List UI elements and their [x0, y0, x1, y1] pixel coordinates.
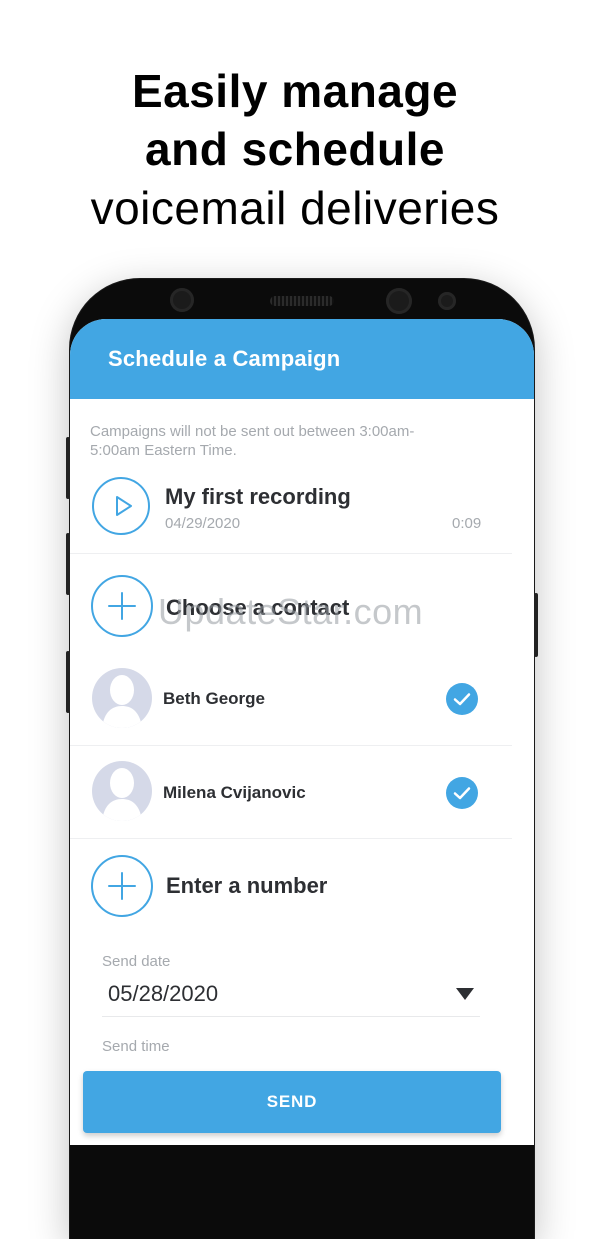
avatar	[92, 668, 152, 728]
choose-contact-row[interactable]: Choose a contact	[70, 555, 512, 655]
recording-row[interactable]: My first recording 04/29/2020 0:09	[70, 469, 512, 553]
headline-line-2: and schedule	[145, 123, 445, 175]
phone-frame: Schedule a Campaign Campaigns will not b…	[66, 279, 538, 1239]
choose-contact-label: Choose a contact	[166, 595, 350, 620]
front-sensor-icon	[170, 288, 194, 312]
phone-side-button	[534, 593, 538, 657]
headline-line-1: Easily manage	[131, 65, 459, 117]
contact-name: Milena Cvijanovic	[163, 783, 306, 802]
add-number-button[interactable]	[91, 855, 153, 917]
checkmark-icon	[453, 787, 471, 800]
contact-selected-checkbox[interactable]	[446, 683, 478, 715]
enter-number-row[interactable]: Enter a number	[70, 840, 512, 936]
recording-date: 04/29/2020	[165, 515, 241, 532]
field-underline	[102, 1016, 480, 1017]
contact-selected-checkbox[interactable]	[446, 777, 478, 809]
contact-row[interactable]: Milena Cvijanovic	[70, 747, 512, 839]
send-date-field[interactable]: 05/28/2020	[102, 975, 480, 1017]
recording-title: My first recording	[165, 484, 351, 509]
plus-icon	[108, 592, 136, 620]
send-date-label: Send date	[102, 953, 171, 970]
app-screen: Schedule a Campaign Campaigns will not b…	[70, 319, 534, 1145]
recording-duration: 0:09	[452, 515, 482, 532]
sending-window-notice: Campaigns will not be sent out between 3…	[90, 423, 415, 459]
front-camera-icon	[386, 288, 412, 314]
plus-icon	[108, 872, 136, 900]
checkmark-icon	[453, 693, 471, 706]
promo-headline: Easily manage and schedule voicemail del…	[0, 62, 590, 238]
app-bar: Schedule a Campaign	[70, 319, 534, 399]
divider	[70, 553, 512, 554]
divider	[70, 745, 512, 746]
headline-line-3: voicemail deliveries	[90, 182, 500, 234]
earpiece-speaker	[270, 296, 334, 306]
enter-number-label: Enter a number	[166, 873, 328, 898]
divider	[70, 838, 512, 839]
play-button[interactable]	[92, 477, 150, 535]
avatar	[92, 761, 152, 821]
send-date-value: 05/28/2020	[108, 981, 219, 1006]
send-button[interactable]: SEND	[83, 1071, 501, 1133]
app-title: Schedule a Campaign	[108, 346, 341, 371]
contact-name: Beth George	[163, 689, 266, 708]
add-contact-button[interactable]	[91, 575, 153, 637]
contact-row[interactable]: Beth George	[70, 659, 512, 745]
person-silhouette-icon	[102, 768, 142, 821]
person-silhouette-icon	[102, 675, 142, 728]
dropdown-arrow-icon	[456, 988, 474, 1000]
proximity-sensor-icon	[438, 292, 456, 310]
play-icon	[116, 496, 132, 516]
send-time-label: Send time	[102, 1038, 170, 1055]
